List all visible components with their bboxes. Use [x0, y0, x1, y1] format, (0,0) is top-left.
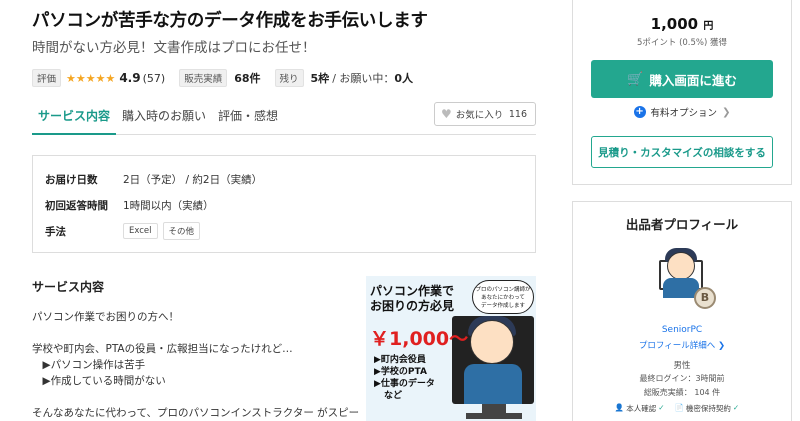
buy-button[interactable]: 🛒 購入画面に進む — [591, 60, 773, 98]
tab-purchase-request[interactable]: 購入時のお願い — [116, 103, 212, 134]
paid-option-label: 有料オプション — [650, 108, 718, 119]
thumbnail-bullets: ▶町内会役員 ▶学校のPTA ▶仕事のデータ など — [374, 354, 435, 402]
price-value: 1,000 — [650, 15, 699, 33]
buy-button-label: 購入画面に進む — [649, 72, 737, 88]
favorite-count: 116 — [508, 108, 527, 120]
bubble-line-2: あなたにかわって — [481, 295, 525, 301]
bubble-line-1: プロのパソコン講師が — [475, 287, 531, 293]
last-login: 最終ログイン：3時間前 — [639, 374, 725, 383]
description-line — [32, 389, 362, 405]
thumbnail-price: ￥1,000～ — [370, 328, 469, 350]
method-chip-excel: Excel — [123, 223, 158, 239]
description-line: ▶作成している時間がない — [32, 375, 166, 387]
description-heading: サービス内容 — [32, 280, 105, 294]
response-label: 初回返答時間 — [45, 199, 108, 212]
delivery-row: お届け日数 2日（予定） / 約2日（実績） — [45, 166, 523, 192]
points-earned: 5ポイント (0.5%) 獲得 — [636, 38, 728, 48]
check-icon: ✓ — [732, 403, 740, 412]
description-line: ▶パソコン操作は苦手 — [32, 359, 146, 371]
seller-profile-box: 出品者プロフィール B SeniorPC プロフィール詳細へ ❯ 男性 最終ログ… — [572, 201, 792, 421]
paid-option-link[interactable]: + 有料オプション ❯ — [573, 105, 791, 119]
chevron-right-icon: ❯ — [722, 106, 731, 118]
instructor-body — [464, 364, 522, 404]
monitor-base — [466, 413, 522, 419]
cart-icon: 🛒 — [627, 71, 644, 87]
verification-badges: 👤 本人確認 ✓ 📄 機密保持契約 ✓ — [573, 403, 791, 414]
delivery-value: 2日（予定） / 約2日（実績） — [123, 173, 263, 186]
plus-icon: + — [633, 106, 646, 118]
response-value: 1時間以内（実績） — [123, 199, 214, 212]
method-row: 手法 Excel その他 — [45, 218, 523, 244]
instructor-face — [470, 320, 514, 364]
request-value: 0人 — [394, 72, 414, 85]
method-chip-other: その他 — [162, 222, 201, 240]
favorite-label: お気に入り — [455, 110, 504, 121]
check-icon: ✓ — [658, 403, 665, 412]
seller-gender: 男性 — [673, 361, 691, 371]
service-subtitle: 時間がない方必見！文書作成はプロにお任せ！ — [32, 40, 316, 56]
description-section: サービス内容 パソコン作業でお困りの方へ！ 学校や町内会、PTAの役員・広報担当… — [32, 278, 362, 421]
tab-bar: サービス内容 購入時のお願い 評価・感想 ♥ お気に入り 116 — [32, 102, 536, 135]
seller-name-link[interactable]: SeniorPC — [573, 325, 791, 335]
bubble-line-3: データ作成します — [480, 303, 525, 309]
sales-value: 68件 — [234, 72, 261, 85]
nda-label: 機密保持契約 — [685, 404, 731, 413]
request-label: / お願い中： — [332, 72, 395, 85]
thumbnail-headline-1: パソコン作業で — [370, 284, 455, 298]
main-column: パソコンが苦手な方のデータ作成をお手伝いします 時間がない方必見！文書作成はプロ… — [32, 0, 542, 253]
thumbnail-bullet: ▶学校のPTA — [374, 367, 427, 377]
rating-tag: 評価 — [32, 69, 62, 87]
person-icon: 👤 — [614, 403, 625, 412]
thumbnail-headline: パソコン作業で お困りの方必見 — [370, 284, 454, 314]
thumbnail-bullet: ▶仕事のデータ — [374, 379, 435, 389]
remain-tag: 残り — [274, 69, 304, 87]
service-title: パソコンが苦手な方のデータ作成をお手伝いします — [32, 11, 428, 31]
remain-value: 5枠 — [310, 72, 330, 85]
service-info-box: お届け日数 2日（予定） / 約2日（実績） 初回返答時間 1時間以内（実績） … — [32, 155, 536, 253]
sales-tag: 販売実績 — [179, 69, 228, 87]
thumbnail-speech-bubble: プロのパソコン講師が あなたにかわって データ作成します — [472, 280, 534, 314]
rank-badge-icon: B — [694, 287, 716, 309]
thumbnail-bullet: ▶町内会役員 — [374, 355, 426, 365]
heart-icon: ♥ — [441, 107, 452, 121]
avatar-face — [667, 252, 695, 280]
quote-button[interactable]: 見積り・カスタマイズの相談をする — [591, 136, 773, 168]
description-line: 学校や町内会、PTAの役員・広報担当になったけれど… — [32, 343, 293, 355]
review-count-link[interactable]: (57) — [143, 72, 166, 85]
rating-value: 4.9 — [119, 71, 141, 85]
star-icons: ★★★★★ — [66, 71, 116, 85]
document-icon: 📄 — [674, 403, 684, 412]
profile-detail-link[interactable]: プロフィール詳細へ ❯ — [573, 339, 791, 351]
delivery-label: お届け日数 — [45, 173, 98, 186]
thumbnail-headline-2: お困りの方必見 — [370, 299, 455, 313]
method-label: 手法 — [45, 225, 66, 238]
tab-reviews[interactable]: 評価・感想 — [212, 103, 284, 134]
price-unit: 円 — [703, 21, 714, 32]
response-row: 初回返答時間 1時間以内（実績） — [45, 192, 523, 218]
thumbnail-bullet: など — [384, 391, 403, 401]
description-line — [32, 325, 362, 341]
total-sales: 総販売実績： 104 件 — [643, 388, 721, 397]
stats-bar: 評価 ★★★★★ 4.9 (57) 販売実績 68件 残り 5枠 / お願い中：… — [32, 69, 542, 87]
favorite-button[interactable]: ♥ お気に入り 116 — [434, 102, 536, 126]
description-line: そんなあなたに代わって、プロのパソコンインストラクター がスピー — [32, 407, 360, 419]
service-thumbnail[interactable]: パソコン作業で お困りの方必見 プロのパソコン講師が あなたにかわって データ作… — [366, 276, 536, 421]
description-line: パソコン作業でお困りの方へ！ — [32, 311, 179, 323]
purchase-box: 1,000 円 5ポイント (0.5%) 獲得 🛒 購入画面に進む + 有料オプ… — [572, 0, 792, 185]
identity-verified-label: 本人確認 — [626, 404, 657, 413]
price: 1,000 円 — [573, 15, 791, 33]
profile-title: 出品者プロフィール — [625, 217, 739, 232]
tab-service-content[interactable]: サービス内容 — [32, 103, 117, 135]
